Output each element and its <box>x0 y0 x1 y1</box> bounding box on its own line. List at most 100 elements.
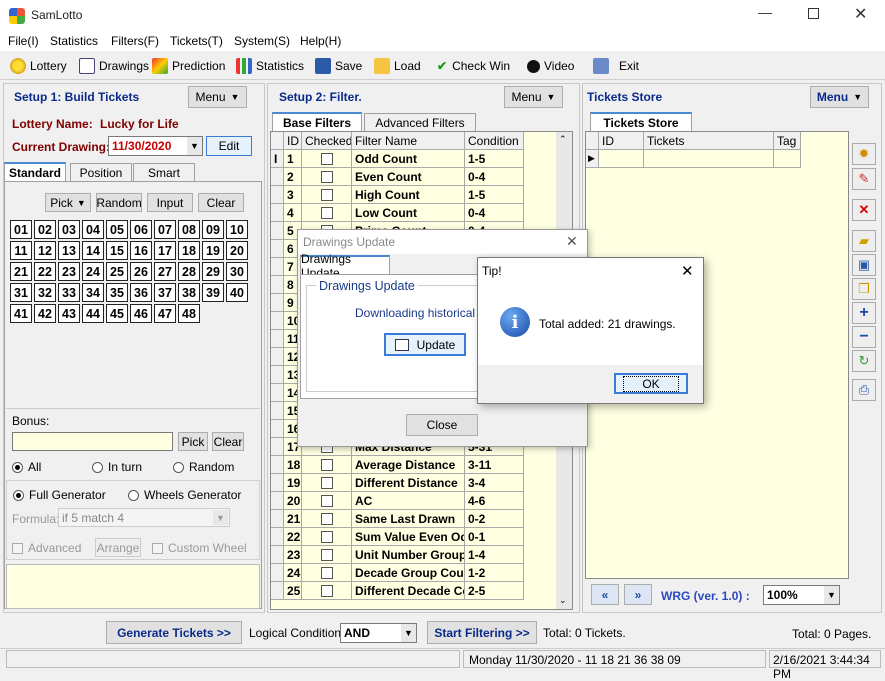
number-39[interactable]: 39 <box>202 283 224 302</box>
custom-wheel-checkbox[interactable]: Custom Wheel <box>152 541 247 555</box>
number-24[interactable]: 24 <box>82 262 104 281</box>
pick-button[interactable]: Pick ▼ <box>45 193 91 212</box>
ok-button[interactable]: OK <box>614 373 688 394</box>
number-12[interactable]: 12 <box>34 241 56 260</box>
refresh-icon[interactable]: ↻ <box>852 350 876 372</box>
close-dialog-button[interactable]: Close <box>406 414 478 436</box>
filter-condition[interactable]: 0-4 <box>465 168 524 186</box>
advanced-checkbox[interactable]: Advanced <box>12 541 81 555</box>
number-09[interactable]: 09 <box>202 220 224 239</box>
number-17[interactable]: 17 <box>154 241 176 260</box>
new-row-tag[interactable] <box>774 150 801 168</box>
scroll-up-icon[interactable]: ⌃ <box>559 134 567 145</box>
number-25[interactable]: 25 <box>106 262 128 281</box>
bonus-pick-button[interactable]: Pick <box>178 432 208 451</box>
prev-page-button[interactable]: « <box>591 584 619 605</box>
number-31[interactable]: 31 <box>10 283 32 302</box>
mode-inturn-radio[interactable]: In turn <box>92 460 142 474</box>
number-10[interactable]: 10 <box>226 220 248 239</box>
number-14[interactable]: 14 <box>82 241 104 260</box>
number-42[interactable]: 42 <box>34 304 56 323</box>
filter-condition[interactable]: 3-11 <box>465 456 524 474</box>
number-02[interactable]: 02 <box>34 220 56 239</box>
number-23[interactable]: 23 <box>58 262 80 281</box>
new-row-id[interactable] <box>599 150 644 168</box>
number-22[interactable]: 22 <box>34 262 56 281</box>
tip-close-icon[interactable]: ✕ <box>681 262 694 280</box>
mode-all-radio[interactable]: All <box>12 460 41 474</box>
filter-checkbox[interactable] <box>302 528 352 546</box>
number-13[interactable]: 13 <box>58 241 80 260</box>
statistics-button[interactable]: Statistics <box>236 55 304 77</box>
tab-drawings-update[interactable]: Drawings Update <box>300 252 390 280</box>
save-icon[interactable]: ▣ <box>852 254 876 276</box>
number-03[interactable]: 03 <box>58 220 80 239</box>
scroll-down-icon[interactable]: ⌄ <box>559 595 567 606</box>
menu-system[interactable]: System(S) <box>234 34 290 48</box>
drawing-date-select[interactable]: 11/30/2020 ▼ <box>108 136 203 156</box>
filter-checkbox[interactable] <box>302 168 352 186</box>
wheels-generator-radio[interactable]: Wheels Generator <box>128 488 241 502</box>
number-40[interactable]: 40 <box>226 283 248 302</box>
number-06[interactable]: 06 <box>130 220 152 239</box>
bonus-clear-button[interactable]: Clear <box>212 432 244 451</box>
drawings-button[interactable]: Drawings <box>79 55 149 77</box>
setup1-menu-button[interactable]: Menu ▼ <box>188 86 247 108</box>
lottery-button[interactable]: Lottery <box>10 55 67 77</box>
menu-help[interactable]: Help(H) <box>300 34 341 48</box>
number-45[interactable]: 45 <box>106 304 128 323</box>
zoom-select[interactable]: 100% ▼ <box>763 585 840 605</box>
number-01[interactable]: 01 <box>10 220 32 239</box>
filter-condition[interactable]: 0-1 <box>465 528 524 546</box>
copy-icon[interactable]: ❐ <box>852 278 876 300</box>
bonus-input[interactable] <box>12 432 173 451</box>
number-30[interactable]: 30 <box>226 262 248 281</box>
generate-tickets-button[interactable]: Generate Tickets >> <box>106 621 242 644</box>
save-button[interactable]: Save <box>315 55 362 77</box>
tab-position[interactable]: Position <box>70 163 132 181</box>
number-29[interactable]: 29 <box>202 262 224 281</box>
setup2-menu-button[interactable]: Menu ▼ <box>504 86 563 108</box>
filter-condition[interactable]: 4-6 <box>465 492 524 510</box>
filter-condition[interactable]: 1-5 <box>465 150 524 168</box>
filter-condition[interactable]: 1-5 <box>465 186 524 204</box>
filter-checkbox[interactable] <box>302 204 352 222</box>
exit-button[interactable]: Exit <box>593 55 639 77</box>
random-button[interactable]: Random <box>96 193 142 212</box>
number-32[interactable]: 32 <box>34 283 56 302</box>
filter-checkbox[interactable] <box>302 492 352 510</box>
store-menu-button[interactable]: Menu ▼ <box>810 86 869 108</box>
filter-checkbox[interactable] <box>302 474 352 492</box>
number-36[interactable]: 36 <box>130 283 152 302</box>
dialog-close-icon[interactable]: ✕ <box>566 233 578 250</box>
edit-ticket-icon[interactable]: ✎ <box>852 168 876 190</box>
number-43[interactable]: 43 <box>58 304 80 323</box>
edit-drawing-button[interactable]: Edit <box>206 136 252 156</box>
next-page-button[interactable]: » <box>624 584 652 605</box>
number-27[interactable]: 27 <box>154 262 176 281</box>
number-38[interactable]: 38 <box>178 283 200 302</box>
add-ticket-icon[interactable]: ✹ <box>852 143 876 165</box>
number-07[interactable]: 07 <box>154 220 176 239</box>
filter-condition[interactable]: 0-2 <box>465 510 524 528</box>
number-11[interactable]: 11 <box>10 241 32 260</box>
filter-checkbox[interactable] <box>302 582 352 600</box>
number-21[interactable]: 21 <box>10 262 32 281</box>
filter-checkbox[interactable] <box>302 456 352 474</box>
number-04[interactable]: 04 <box>82 220 104 239</box>
number-18[interactable]: 18 <box>178 241 200 260</box>
maximize-icon[interactable] <box>808 8 819 19</box>
filter-condition[interactable]: 2-5 <box>465 582 524 600</box>
load-button[interactable]: Load <box>374 55 421 77</box>
check-win-button[interactable]: ✔ Check Win <box>437 55 510 77</box>
filter-condition[interactable]: 1-2 <box>465 564 524 582</box>
plus-icon[interactable]: + <box>852 302 876 324</box>
number-19[interactable]: 19 <box>202 241 224 260</box>
tab-advanced-filters[interactable]: Advanced Filters <box>364 113 476 131</box>
number-41[interactable]: 41 <box>10 304 32 323</box>
filter-checkbox[interactable] <box>302 546 352 564</box>
full-generator-radio[interactable]: Full Generator <box>13 488 106 502</box>
clear-button[interactable]: Clear <box>198 193 244 212</box>
new-row-tickets[interactable] <box>644 150 774 168</box>
start-filtering-button[interactable]: Start Filtering >> <box>427 621 537 644</box>
